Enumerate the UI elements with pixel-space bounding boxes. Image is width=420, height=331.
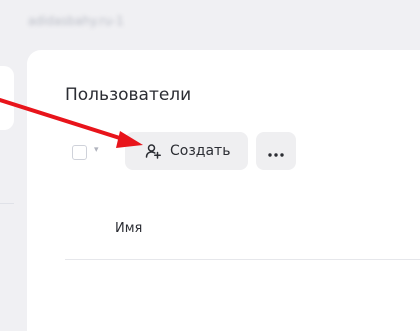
sidebar-active-item[interactable]: [0, 66, 14, 130]
more-actions-button[interactable]: [256, 132, 296, 170]
org-name: adidasbahy.ru-1: [28, 14, 124, 28]
users-panel: Пользователи ▾ Создать Имя: [27, 50, 420, 331]
page-title: Пользователи: [65, 85, 192, 105]
select-all-checkbox[interactable]: [72, 145, 87, 160]
page: adidasbahy.ru-1 Пользователи ▾ Создать И…: [0, 0, 420, 331]
table-header-divider: [65, 259, 420, 260]
sidebar-divider: [0, 203, 14, 204]
add-user-icon: [145, 143, 161, 159]
create-user-button[interactable]: Создать: [125, 132, 248, 170]
create-button-label: Создать: [170, 143, 231, 159]
more-horizontal-icon: [268, 142, 284, 161]
column-header-name[interactable]: Имя: [115, 221, 142, 236]
chevron-down-icon[interactable]: ▾: [94, 145, 99, 155]
